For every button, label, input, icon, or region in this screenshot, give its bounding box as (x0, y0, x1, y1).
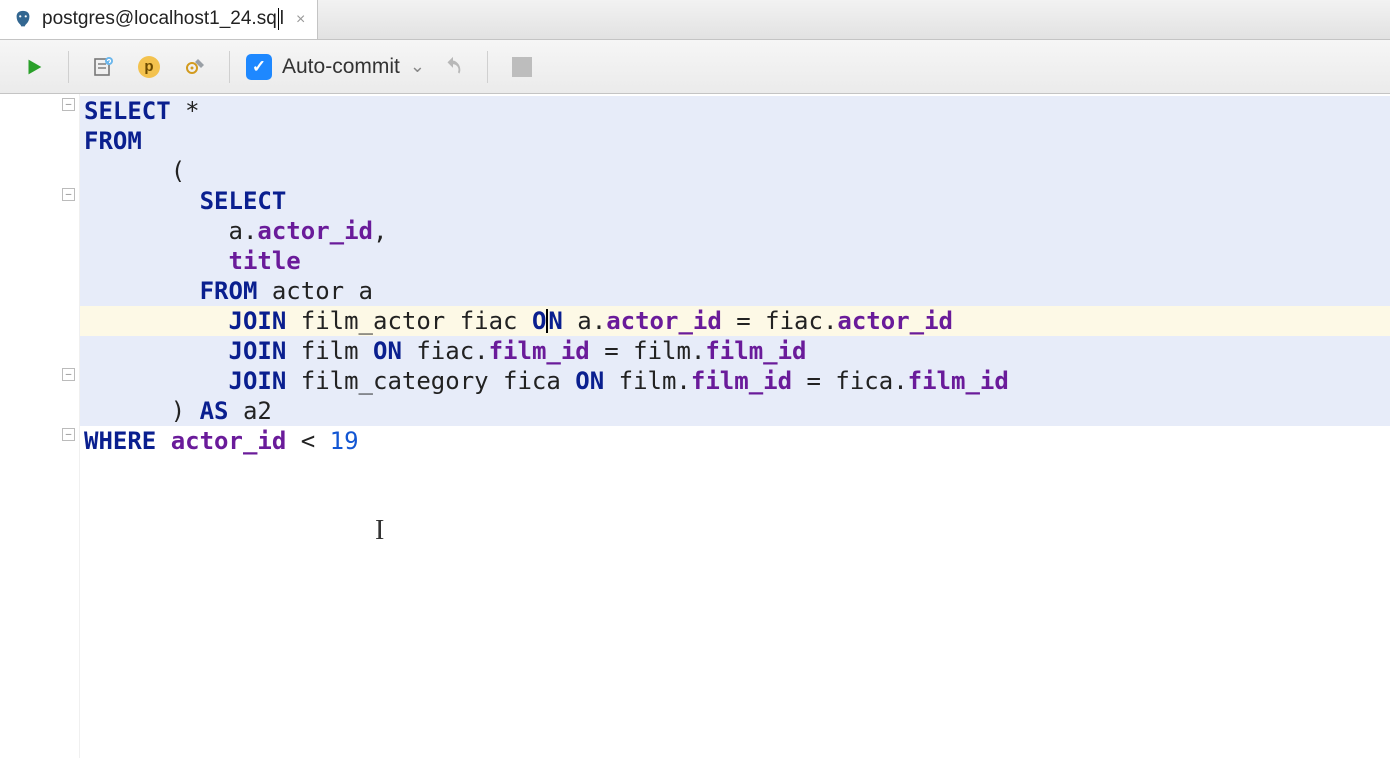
explain-plan-button[interactable] (85, 49, 121, 85)
separator (487, 51, 488, 83)
stop-icon (512, 57, 532, 77)
postgres-icon (12, 9, 34, 31)
check-icon: ✓ (246, 54, 272, 80)
fold-marker[interactable]: – (62, 188, 75, 201)
toolbar: p ✓ Auto-commit ⌄ (0, 40, 1390, 94)
code-line[interactable]: JOIN film_category fica ON film.film_id … (80, 366, 1390, 396)
rollback-button[interactable] (435, 49, 471, 85)
run-button[interactable] (16, 49, 52, 85)
close-icon[interactable]: × (296, 11, 305, 29)
code-line[interactable]: JOIN film ON fiac.film_id = film.film_id (80, 336, 1390, 366)
auto-commit-label: Auto-commit (282, 55, 400, 79)
fold-marker[interactable]: – (62, 428, 75, 441)
code-line[interactable]: title (80, 246, 1390, 276)
tab-title: postgres@localhost1_24.sql (42, 8, 284, 30)
auto-commit-toggle[interactable]: ✓ Auto-commit ⌄ (246, 54, 425, 80)
tab-bar: postgres@localhost1_24.sql × (0, 0, 1390, 40)
fold-marker[interactable]: – (62, 98, 75, 111)
code-line[interactable]: JOIN film_actor fiac ON a.actor_id = fia… (80, 306, 1390, 336)
stop-button[interactable] (504, 49, 540, 85)
fold-marker[interactable]: – (62, 368, 75, 381)
code-line[interactable]: FROM (80, 126, 1390, 156)
file-tab[interactable]: postgres@localhost1_24.sql × (0, 0, 318, 39)
code-line[interactable]: WHERE actor_id < 19 (80, 426, 1390, 456)
settings-button[interactable] (177, 49, 213, 85)
separator (68, 51, 69, 83)
code-line[interactable]: FROM actor a (80, 276, 1390, 306)
code-line[interactable]: ) AS a2 (80, 396, 1390, 426)
code-area[interactable]: SELECT *FROM ( SELECT a.actor_id, title … (80, 94, 1390, 758)
gutter[interactable]: – – – – (0, 94, 80, 758)
separator (229, 51, 230, 83)
editor: – – – – SELECT *FROM ( SELECT a.actor_id, t… (0, 94, 1390, 758)
code-line[interactable]: a.actor_id, (80, 216, 1390, 246)
code-line[interactable]: SELECT (80, 186, 1390, 216)
chevron-down-icon[interactable]: ⌄ (410, 56, 425, 77)
code-line[interactable]: ( (80, 156, 1390, 186)
code-line[interactable]: SELECT * (80, 96, 1390, 126)
parameters-button[interactable]: p (131, 49, 167, 85)
